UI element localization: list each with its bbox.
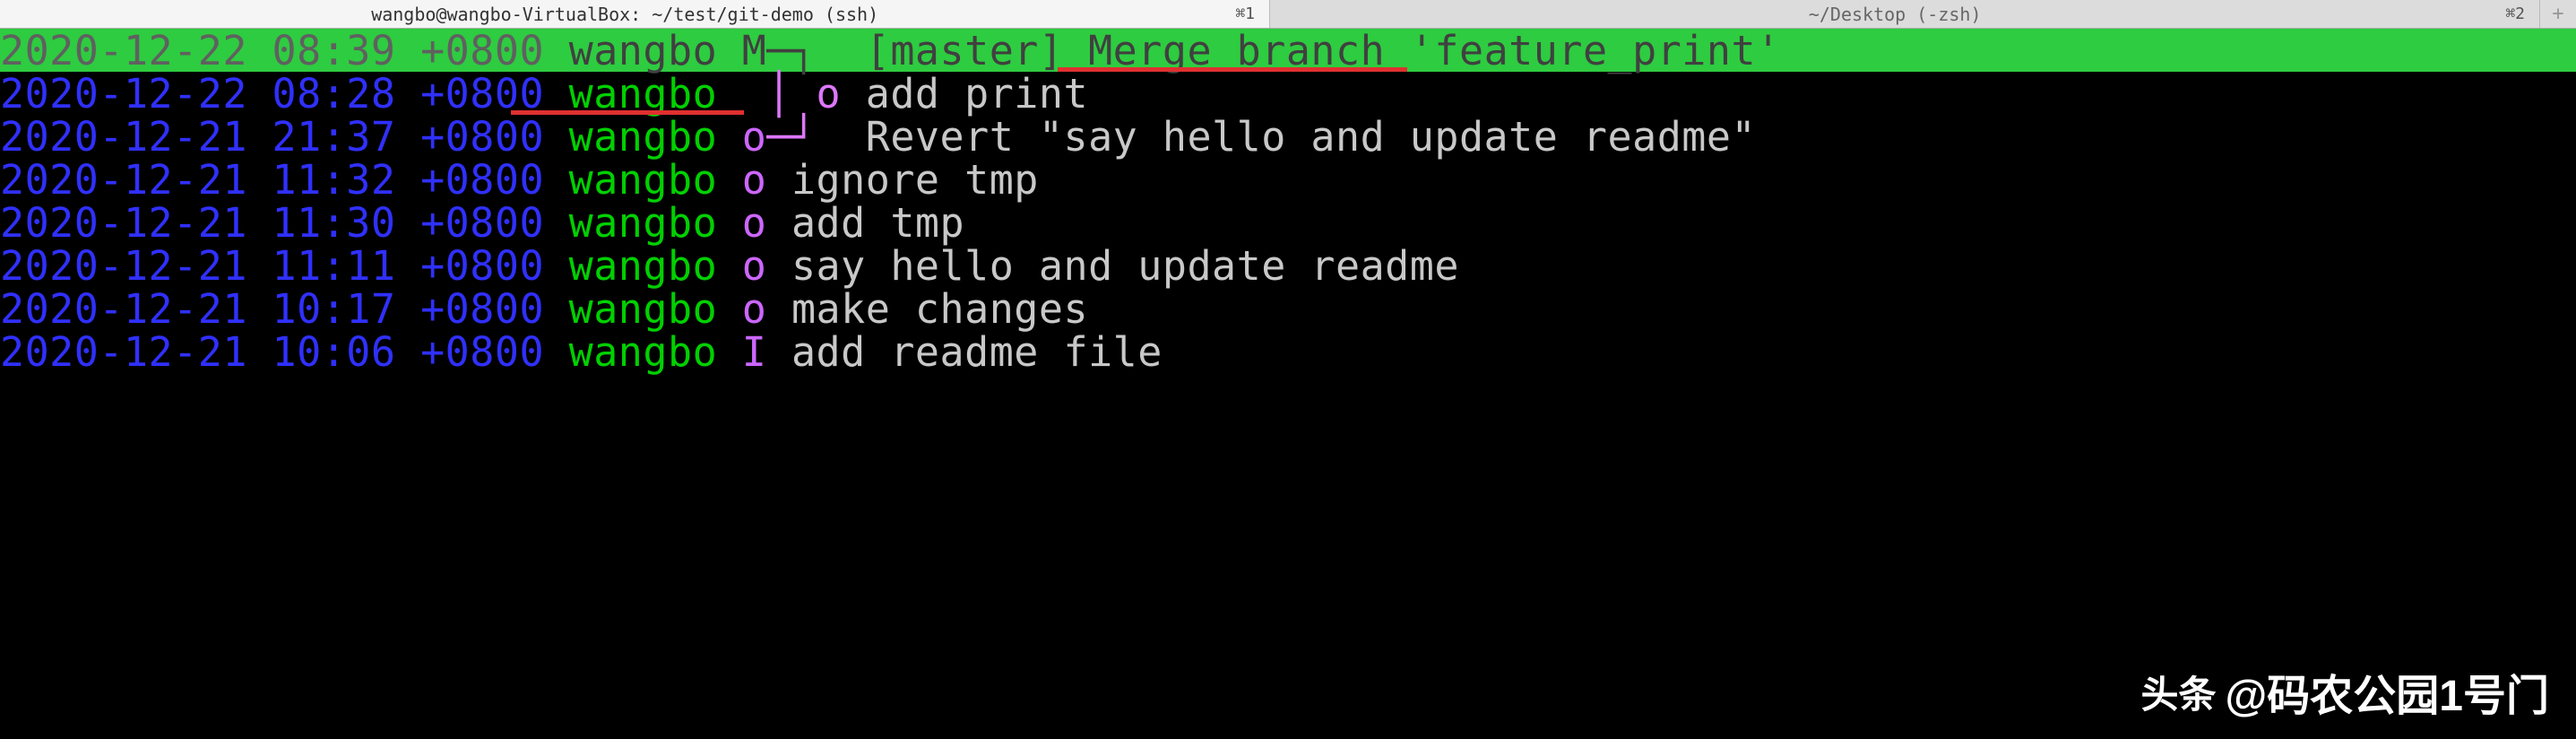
plus-icon: + <box>2552 3 2563 25</box>
commit-author: wangbo <box>569 246 718 286</box>
commit-graph: ─┐ <box>766 30 841 71</box>
commit-marker: o <box>742 203 767 243</box>
commit-marker <box>742 74 767 114</box>
commit-author: wangbo <box>569 30 718 71</box>
commit-row[interactable]: 2020-12-22 08:28 +0800 wangbo │ o add pr… <box>0 72 2576 115</box>
commit-author: wangbo <box>569 203 718 243</box>
commit-message: Merge branch 'feature_print' <box>1088 30 1781 71</box>
commit-graph: ─┘ <box>766 117 841 157</box>
commit-marker: o <box>742 117 767 157</box>
commit-marker: M <box>742 30 767 71</box>
commit-row[interactable]: 2020-12-21 11:11 +0800 wangbo o say hell… <box>0 244 2576 287</box>
commit-row[interactable]: 2020-12-21 11:30 +0800 wangbo o add tmp <box>0 201 2576 244</box>
commit-author: wangbo <box>569 117 718 157</box>
commit-row[interactable]: 2020-12-21 11:32 +0800 wangbo o ignore t… <box>0 158 2576 201</box>
commit-row[interactable]: 2020-12-21 21:37 +0800 wangbo o─┘ Revert… <box>0 115 2576 158</box>
commit-date: 2020-12-21 11:11 +0800 <box>0 246 544 286</box>
commit-marker: o <box>742 289 767 329</box>
commit-author: wangbo <box>569 160 718 200</box>
commit-date: 2020-12-22 08:28 +0800 <box>0 74 544 114</box>
tab-title: ~/Desktop (-zsh) <box>1284 4 2505 25</box>
commit-message: Revert "say hello and update readme" <box>866 117 1756 157</box>
commit-branch: [master] <box>866 30 1088 71</box>
tab-shortcut: ⌘2 <box>2505 4 2525 23</box>
commit-author: wangbo <box>569 289 718 329</box>
commit-message: say hello and update readme <box>791 246 1459 286</box>
tab-shortcut: ⌘1 <box>1235 4 1255 23</box>
commit-marker: o <box>742 160 767 200</box>
commit-message: ignore tmp <box>791 160 1039 200</box>
commit-message: add tmp <box>791 203 964 243</box>
commit-graph: │ o <box>766 74 841 114</box>
add-tab-button[interactable]: + <box>2540 0 2576 28</box>
commit-marker: o <box>742 246 767 286</box>
tab-2[interactable]: ~/Desktop (-zsh) ⌘2 <box>1270 0 2540 28</box>
commit-row[interactable]: 2020-12-21 10:06 +0800 wangbo I add read… <box>0 330 2576 373</box>
tab-title: wangbo@wangbo-VirtualBox: ~/test/git-dem… <box>14 4 1235 25</box>
watermark-prefix: 头条 <box>2140 665 2216 719</box>
tab-bar: wangbo@wangbo-VirtualBox: ~/test/git-dem… <box>0 0 2576 29</box>
commit-message: add print <box>866 74 1088 114</box>
commit-row[interactable]: 2020-12-22 08:39 +0800 wangbo M─┐ [maste… <box>0 29 2576 72</box>
watermark-text: @码农公园1号门 <box>2225 660 2549 723</box>
tab-1[interactable]: wangbo@wangbo-VirtualBox: ~/test/git-dem… <box>0 0 1270 28</box>
commit-row[interactable]: 2020-12-21 10:17 +0800 wangbo o make cha… <box>0 287 2576 330</box>
commit-marker: I <box>742 332 767 372</box>
commit-author: wangbo <box>569 332 718 372</box>
commit-message: make changes <box>791 289 1088 329</box>
commit-date: 2020-12-21 11:30 +0800 <box>0 203 544 243</box>
commit-date: 2020-12-21 21:37 +0800 <box>0 117 544 157</box>
commit-author: wangbo <box>569 74 718 114</box>
commit-date: 2020-12-22 08:39 +0800 <box>0 30 544 71</box>
commit-date: 2020-12-21 11:32 +0800 <box>0 160 544 200</box>
commit-message: add readme file <box>791 332 1163 372</box>
terminal-output[interactable]: 2020-12-22 08:39 +0800 wangbo M─┐ [maste… <box>0 29 2576 373</box>
watermark: 头条 @码农公园1号门 <box>2140 660 2549 723</box>
commit-date: 2020-12-21 10:17 +0800 <box>0 289 544 329</box>
commit-date: 2020-12-21 10:06 +0800 <box>0 332 544 372</box>
